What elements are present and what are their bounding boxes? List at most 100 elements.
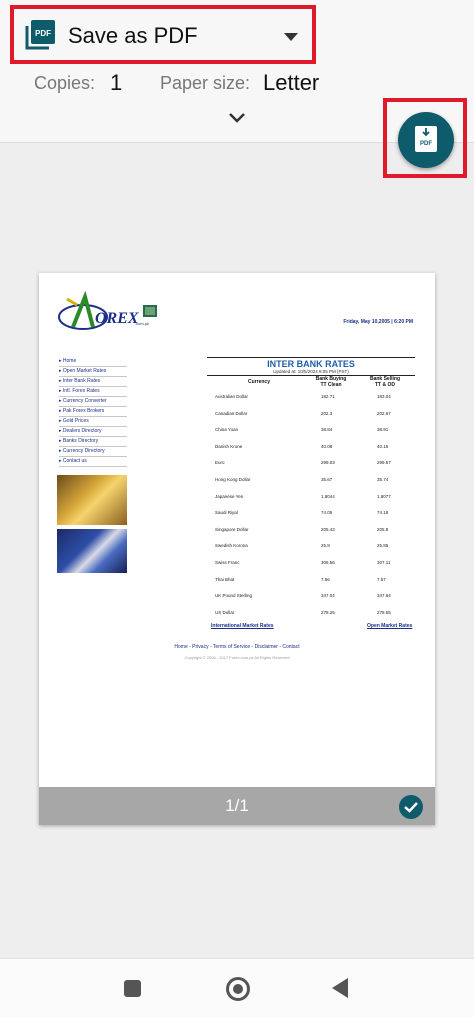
page-selected-check-icon[interactable] [399,795,423,819]
page-number: 1/1 [225,796,249,815]
row-selling: 202.67 [377,410,391,416]
table-row: Hong Kong Dollar 35.67 35.74 [215,477,415,487]
row-buying: 1.8044 [321,493,335,499]
row-selling: 25.85 [377,543,389,549]
nav-item[interactable]: ▸ Currency Converter [59,397,127,407]
nav-item[interactable]: ▸ Currency Directory [59,447,127,457]
page-footer-links[interactable]: Home - Privacy - Terms of Service - Disc… [39,644,435,650]
banknotes-image [57,529,127,573]
table-updated: Updated at: 10/5/2024 8:05 PM (PST) [273,369,349,374]
open-market-rates-link[interactable]: Open Market Rates [367,623,412,629]
copies-label: Copies: [34,73,96,93]
row-buying: 205.43 [321,526,335,532]
table-row: Australian Dollar 182.71 183.04 [215,394,415,404]
site-nav: ▸ Home ▸ Open Market Rates ▸ Inter Bank … [59,357,127,467]
nav-item[interactable]: ▸ Gold Prices [59,417,127,427]
table-row: Euro 299.03 299.57 [215,460,415,470]
row-selling: 74.18 [377,510,389,516]
pdf-file-icon: PDF [25,20,55,50]
pdf-icon-text: PDF [35,29,51,38]
nav-item[interactable]: ▸ Pak Forex Brokers [59,407,127,417]
nav-item[interactable]: ▸ Open Market Rates [59,367,127,377]
row-selling: 1.8077 [377,493,391,499]
col-buying: Bank Buying TT Clean [315,376,347,388]
row-currency: UK Pound Sterling [215,593,253,599]
row-currency: Danish Krone [215,443,243,449]
table-row: Thai Bhat 7.56 7.57 [215,577,415,587]
row-currency: Swedish Korona [215,543,248,549]
page-indicator-bar: 1/1 [39,787,435,825]
table-row: China Yuan 38.84 38.91 [215,427,415,437]
row-buying: 40.08 [321,443,333,449]
row-buying: 74.05 [321,510,333,516]
pdf-download-icon: PDF [415,126,437,152]
row-buying: 35.67 [321,477,333,482]
dropdown-arrow-icon[interactable] [284,33,298,41]
row-currency: Swiss Franc [215,560,240,565]
nav-item[interactable]: ▸ Intl. Forex Rates [59,387,127,397]
nav-item[interactable]: ▸ Dealers Directory [59,427,127,437]
col-currency: Currency [248,379,270,385]
row-currency: Australian Dollar [215,394,249,399]
table-rule [207,357,415,358]
row-selling: 307.11 [377,560,391,565]
download-pdf-highlight: PDF [383,98,467,178]
row-buying: 38.84 [321,427,333,433]
row-buying: 202.3 [321,410,333,416]
copyright: Copyright © 2006 - 2017 Forex.com.pk All… [184,655,290,660]
download-icon-text: PDF [420,141,432,147]
nav-item[interactable]: ▸ Inter Bank Rates [59,377,127,387]
intl-market-rates-link[interactable]: International Market Rates [211,623,274,629]
logo-text: OREX [95,310,139,327]
table-row: Canadian Dollar 202.3 202.67 [215,411,415,421]
nav-item[interactable]: ▸ Contact us [59,457,127,467]
recents-icon[interactable] [124,980,141,997]
table-row: UK Pound Sterling 347.04 347.64 [215,593,415,603]
row-buying: 306.56 [321,560,335,565]
row-currency: China Yuan [215,427,239,433]
row-selling: 205.8 [377,526,389,532]
row-buying: 182.71 [321,394,335,399]
destination-selector[interactable]: PDF Save as PDF [10,5,316,64]
home-icon[interactable] [226,977,250,1001]
row-currency: Singapore Dollar [215,526,249,532]
table-row: Japanese Yen 1.8044 1.8077 [215,494,415,504]
back-icon[interactable] [332,978,348,998]
row-currency: Thai Bhat [215,576,235,582]
row-selling: 40.15 [377,443,389,449]
row-currency: Saudi Riyal [215,510,238,516]
row-currency: Hong Kong Dollar [215,477,251,482]
row-currency: Japanese Yen [215,493,244,499]
table-row: US Dollar 278.25 278.55 [215,610,415,620]
row-buying: 347.04 [321,593,335,599]
download-pdf-button[interactable]: PDF [398,112,454,168]
table-title: INTER BANK RATES [267,359,355,369]
row-selling: 299.57 [377,460,391,466]
col-selling: Bank Selling TT & OD [369,376,400,388]
print-preview-page: OREX .com.pk Friday, May 10,2005 | 6:20 … [39,273,435,825]
row-buying: 278.25 [321,609,335,615]
table-row: Swiss Franc 306.56 307.11 [215,560,415,570]
table-row: Swedish Korona 25.8 25.85 [215,543,415,553]
system-nav-bar [0,958,474,1017]
copies-value[interactable]: 1 [110,70,122,96]
row-buying: 299.03 [321,460,335,466]
paper-size-value[interactable]: Letter [263,70,319,96]
paper-size-label: Paper size: [160,73,251,93]
forex-logo: OREX .com.pk [55,290,165,335]
nav-item[interactable]: ▸ Home [59,357,127,367]
row-currency: Euro [215,460,225,466]
destination-label: Save as PDF [68,23,198,48]
row-currency: Canadian Dollar [215,410,248,416]
gold-coins-image [57,475,127,525]
expand-chevron-icon[interactable] [226,110,248,126]
page-date: Friday, May 10,2005 | 6:20 PM [343,319,413,325]
table-row: Saudi Riyal 74.05 74.18 [215,510,415,520]
row-selling: 278.55 [377,609,391,615]
nav-item[interactable]: ▸ Banks Directory [59,437,127,447]
row-currency: US Dollar [215,609,235,615]
row-selling: 35.74 [377,477,389,482]
table-row: Singapore Dollar 205.43 205.8 [215,527,415,537]
row-selling: 38.91 [377,427,389,433]
row-buying: 7.56 [321,576,330,582]
